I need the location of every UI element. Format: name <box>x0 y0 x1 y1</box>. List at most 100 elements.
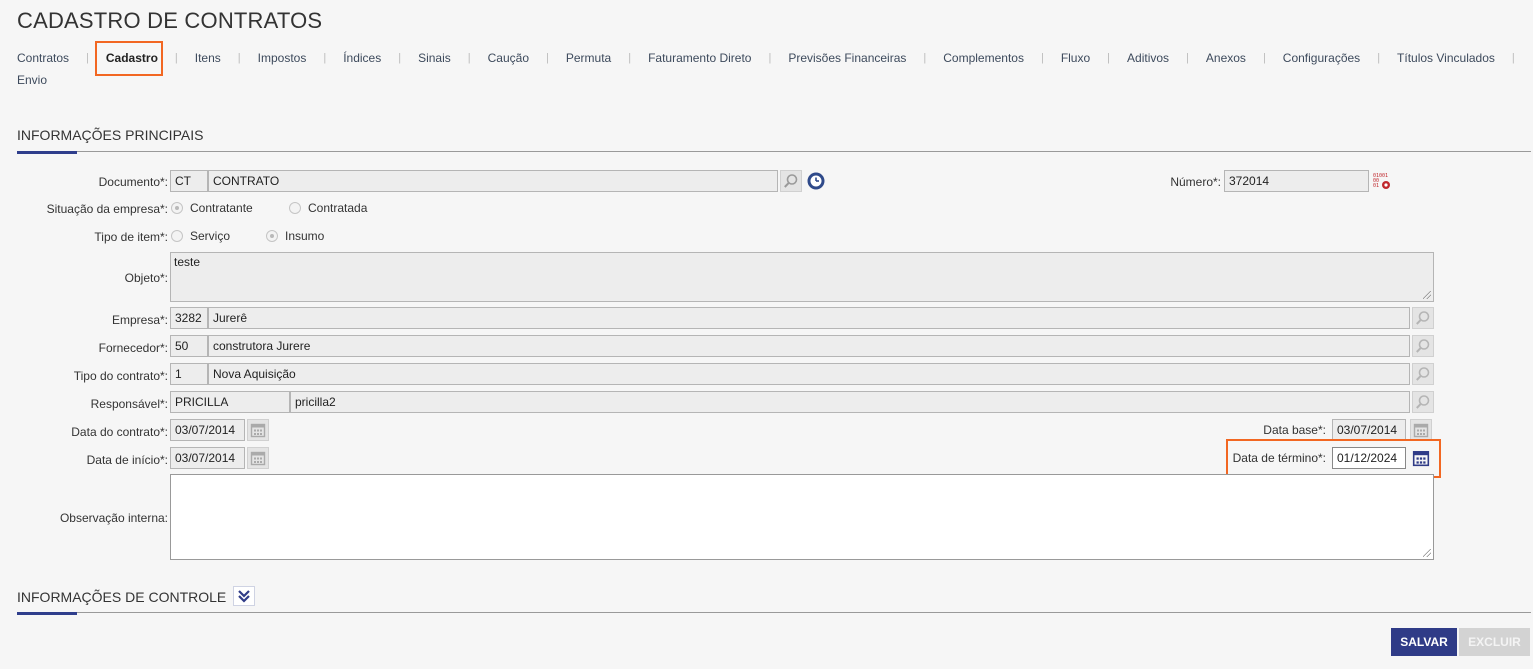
divider <box>17 151 1531 152</box>
observacao-label: Observação interna: <box>59 511 168 525</box>
tab-configuracoes[interactable]: Configurações <box>1283 51 1360 65</box>
tab-sinais[interactable]: Sinais <box>418 51 451 65</box>
radio-label: Contratante <box>190 201 253 215</box>
responsavel-label: Responsável*: <box>90 397 168 411</box>
tab-separator: | <box>546 52 549 64</box>
tab-faturamento-direto[interactable]: Faturamento Direto <box>648 51 751 65</box>
expand-control-button[interactable] <box>233 586 255 606</box>
section-title-main: INFORMAÇÕES PRINCIPAIS <box>17 127 204 143</box>
section-title-control: INFORMAÇÕES DE CONTROLE <box>17 589 227 605</box>
tab-contratos[interactable]: Contratos <box>17 51 69 65</box>
tipo-item-servico-radio[interactable]: Serviço <box>171 229 230 243</box>
responsavel-name-field[interactable]: pricilla2 <box>290 391 1410 413</box>
tab-anexos[interactable]: Anexos <box>1206 51 1246 65</box>
active-tab-highlight <box>95 41 163 76</box>
tab-separator: | <box>1262 52 1266 64</box>
clock-icon <box>807 172 825 190</box>
tab-separator: | <box>628 52 632 64</box>
objeto-label: Objeto*: <box>124 271 168 285</box>
empresa-name-field[interactable]: Jurerê <box>208 307 1410 329</box>
responsavel-code-field[interactable]: PRICILLA <box>170 391 290 413</box>
tab-separator: | <box>323 52 327 64</box>
search-icon <box>784 174 798 188</box>
tab-separator: | <box>768 52 772 64</box>
tab-fluxo[interactable]: Fluxo <box>1061 51 1090 65</box>
objeto-textarea[interactable]: teste <box>170 252 1434 302</box>
tab-separator: | <box>1107 52 1111 64</box>
delete-button: EXCLUIR <box>1459 628 1530 656</box>
tab-aditivos[interactable]: Aditivos <box>1127 51 1169 65</box>
fornecedor-search-button[interactable] <box>1412 335 1434 357</box>
double-chevron-down-icon <box>238 590 250 603</box>
fornecedor-name-field[interactable]: construtora Jurere <box>208 335 1410 357</box>
tab-impostos[interactable]: Impostos <box>258 51 307 65</box>
data-inicio-calendar-button[interactable] <box>247 447 269 469</box>
tab-separator: | <box>86 52 89 64</box>
data-inicio-label: Data de início*: <box>86 453 168 467</box>
tab-bar: Contratos | Cadastro | Itens | Impostos | Índice… <box>17 50 1517 88</box>
tipo-item-insumo-radio[interactable]: Insumo <box>266 229 324 243</box>
tab-separator: | <box>1377 52 1381 64</box>
tab-itens[interactable]: Itens <box>195 51 221 65</box>
data-contrato-field[interactable]: 03/07/2014 <box>170 419 245 441</box>
numero-label: Número*: <box>1170 175 1221 189</box>
documento-history-button[interactable] <box>805 170 827 192</box>
tipo-contrato-search-button[interactable] <box>1412 363 1434 385</box>
tab-separator: | <box>1186 52 1189 64</box>
page-title: CADASTRO DE CONTRATOS <box>17 8 323 33</box>
radio-dot <box>171 230 183 242</box>
search-icon <box>1416 367 1430 381</box>
search-icon <box>1416 311 1430 325</box>
empresa-code-field[interactable]: 3282 <box>170 307 208 329</box>
data-base-label: Data base*: <box>1263 423 1326 437</box>
data-base-calendar-button[interactable] <box>1410 419 1432 441</box>
situacao-label: Situação da empresa*: <box>46 202 168 216</box>
tab-permuta[interactable]: Permuta <box>566 51 611 65</box>
tab-indices[interactable]: Índices <box>343 51 381 65</box>
divider <box>17 612 1531 613</box>
data-termino-calendar-button[interactable] <box>1410 447 1432 469</box>
divider-accent <box>17 151 77 154</box>
resize-handle[interactable] <box>1423 549 1431 557</box>
objeto-value: teste <box>174 255 201 269</box>
documento-search-button[interactable] <box>780 170 802 192</box>
tab-titulos-vinculados[interactable]: Títulos Vinculados <box>1397 51 1495 65</box>
fornecedor-code-field[interactable]: 50 <box>170 335 208 357</box>
documento-name-field[interactable]: CONTRATO <box>208 170 778 192</box>
documento-code-field[interactable]: CT <box>170 170 208 192</box>
save-button[interactable]: SALVAR <box>1391 628 1457 656</box>
search-icon <box>1416 339 1430 353</box>
data-inicio-field[interactable]: 03/07/2014 <box>170 447 245 469</box>
tab-caucao[interactable]: Caução <box>488 51 529 65</box>
tab-previsoes-financeiras[interactable]: Previsões Financeiras <box>788 51 906 65</box>
tab-envio[interactable]: Envio <box>17 73 47 87</box>
empresa-label: Empresa*: <box>111 313 168 327</box>
tab-separator: | <box>398 52 402 64</box>
numero-field[interactable]: 372014 <box>1224 170 1369 192</box>
data-contrato-calendar-button[interactable] <box>247 419 269 441</box>
observacao-textarea[interactable] <box>170 474 1434 560</box>
situacao-contratada-radio[interactable]: Contratada <box>289 201 367 215</box>
numero-generate-button[interactable]: 01001 00 01 <box>1371 170 1393 192</box>
responsavel-search-button[interactable] <box>1412 391 1434 413</box>
search-icon <box>1416 395 1430 409</box>
binary-gear-icon: 01001 00 01 <box>1373 173 1390 189</box>
tab-separator: | <box>1511 52 1515 64</box>
data-contrato-label: Data do contrato*: <box>71 425 168 439</box>
data-base-field[interactable]: 03/07/2014 <box>1332 419 1406 441</box>
radio-label: Serviço <box>190 229 231 243</box>
tab-separator: | <box>467 52 471 64</box>
calendar-icon <box>250 451 266 466</box>
situacao-contratante-radio[interactable]: Contratante <box>171 201 253 215</box>
tipo-contrato-name-field[interactable]: Nova Aquisição <box>208 363 1410 385</box>
radio-label: Contratada <box>308 201 368 215</box>
radio-dot <box>266 230 278 242</box>
svg-text:01: 01 <box>1373 183 1379 189</box>
empresa-search-button[interactable] <box>1412 307 1434 329</box>
data-termino-field[interactable]: 01/12/2024 <box>1332 447 1406 469</box>
resize-handle[interactable] <box>1423 291 1431 299</box>
tipo-item-label: Tipo de item*: <box>94 230 168 244</box>
tipo-contrato-code-field[interactable]: 1 <box>170 363 208 385</box>
tab-complementos[interactable]: Complementos <box>943 51 1024 65</box>
data-termino-label: Data de término*: <box>1232 451 1326 465</box>
